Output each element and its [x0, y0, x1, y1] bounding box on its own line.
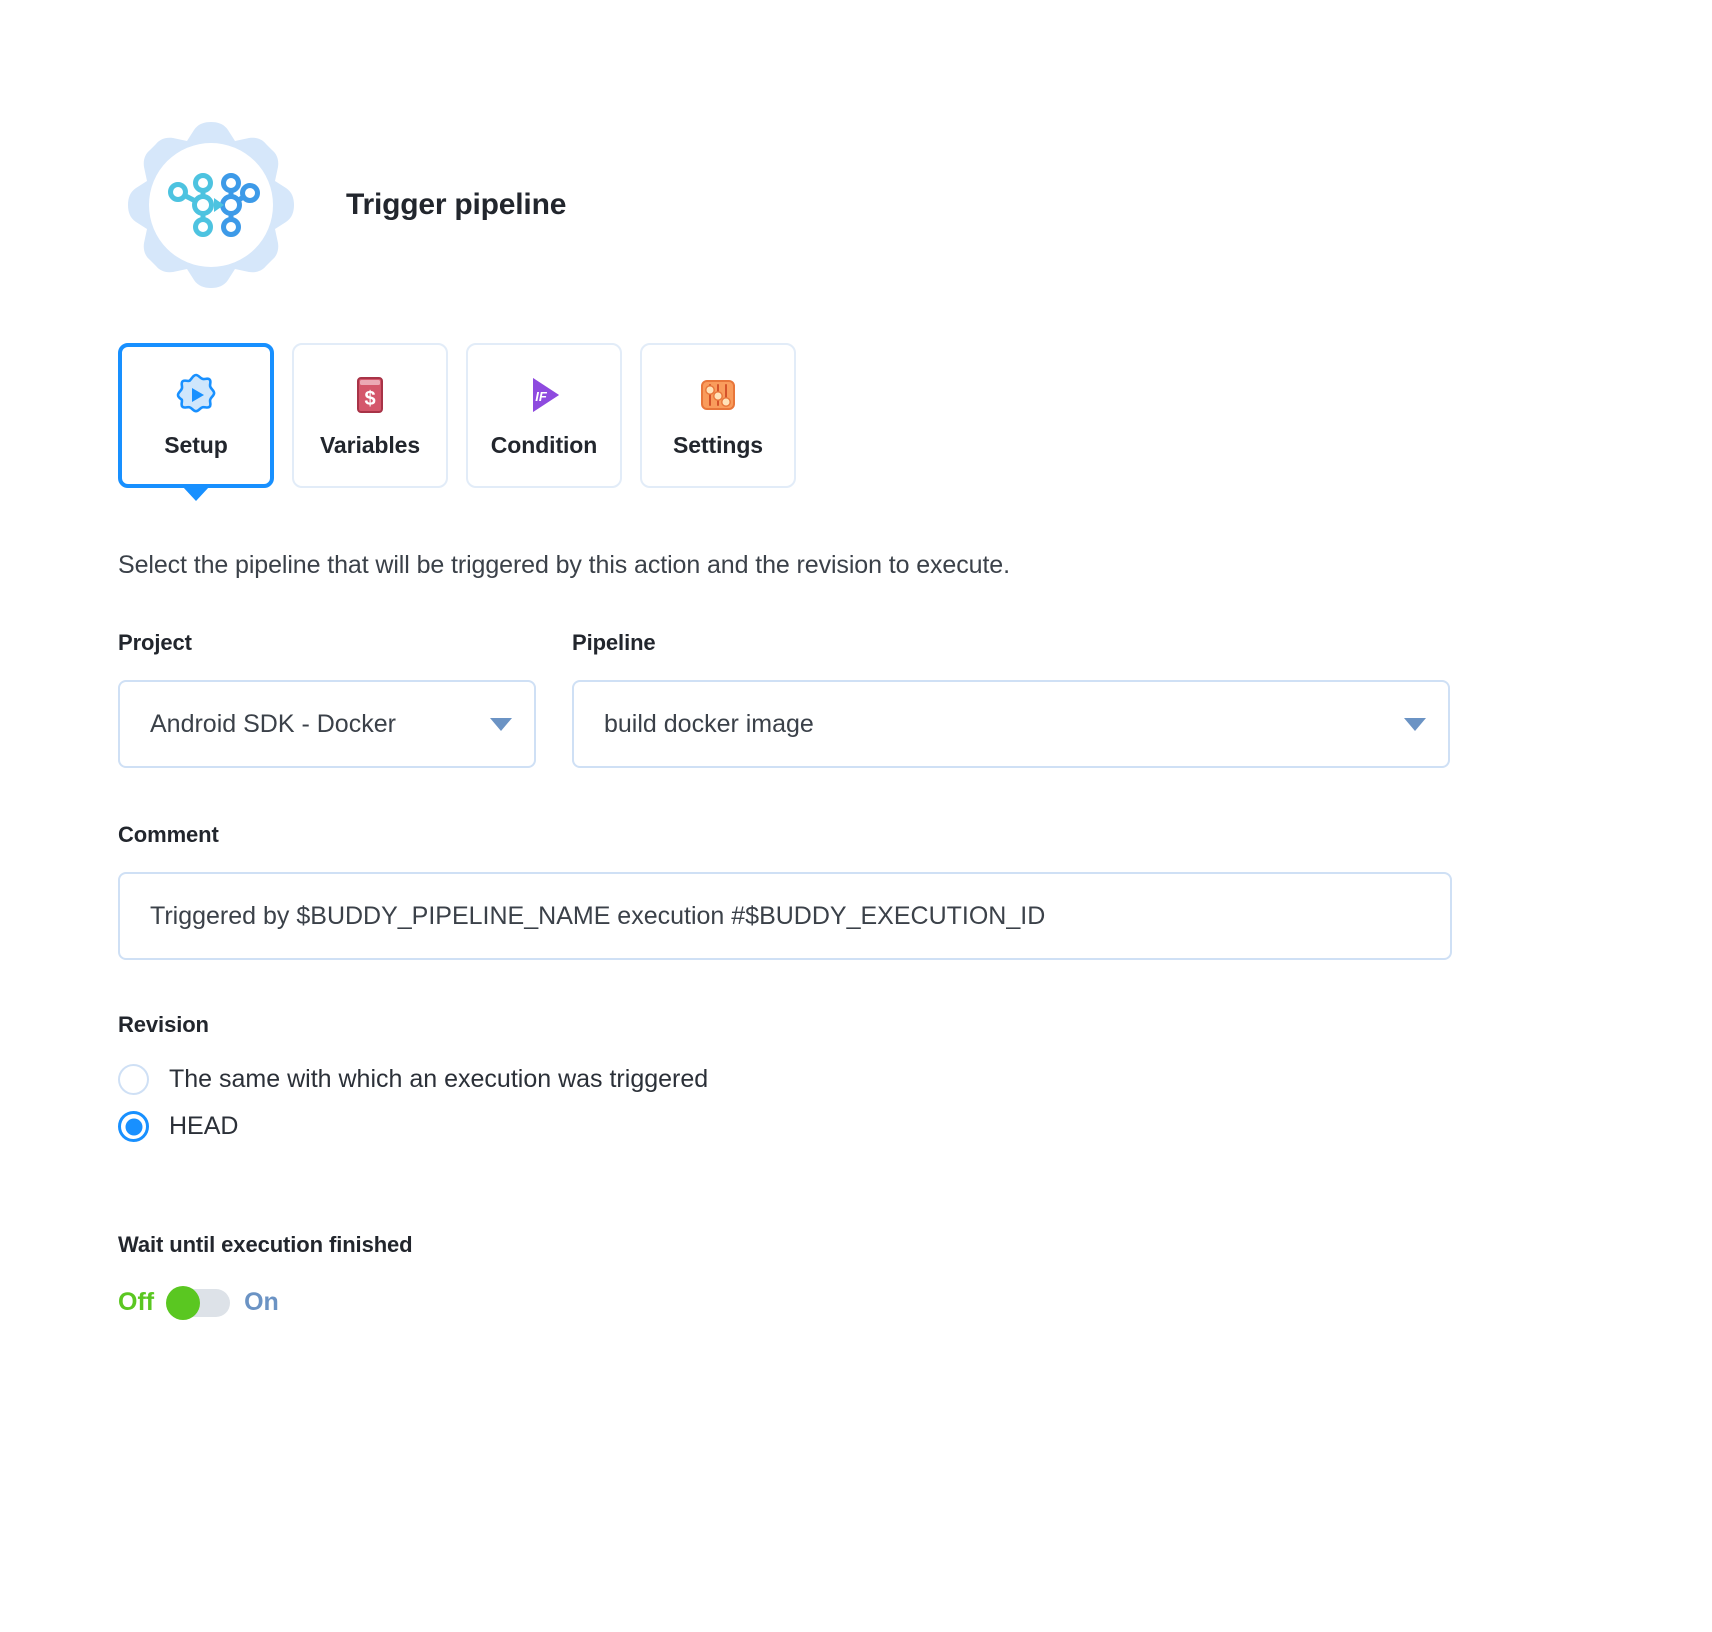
tab-setup[interactable]: Setup [118, 343, 274, 501]
pipeline-select[interactable]: build docker image [572, 680, 1450, 768]
revision-option-same-label: The same with which an execution was tri… [169, 1065, 709, 1093]
tab-bar: Setup $ Variables IF Condition Settings [118, 343, 796, 501]
revision-option-head-label: HEAD [169, 1112, 239, 1140]
comment-label: Comment [118, 822, 219, 847]
tab-settings[interactable]: Settings [640, 343, 796, 488]
active-tab-pointer [183, 487, 209, 501]
trigger-pipeline-gear-icon [118, 112, 304, 298]
chevron-down-icon [490, 717, 512, 731]
radio-checked-icon[interactable] [118, 1111, 149, 1142]
svg-text:$: $ [364, 388, 375, 410]
wait-toggle-row: Off On [118, 1285, 413, 1320]
pipeline-select-value: build docker image [604, 709, 814, 738]
panel-description: Select the pipeline that will be trigger… [118, 551, 1010, 579]
revision-radio-group: The same with which an execution was tri… [118, 1064, 708, 1142]
project-select[interactable]: Android SDK - Docker [118, 680, 536, 768]
toggle-on-label: On [244, 1288, 279, 1316]
pipeline-field-group: Pipeline build docker image [572, 630, 1450, 768]
tab-setup-label: Setup [164, 432, 228, 458]
revision-option-head[interactable]: HEAD [118, 1111, 708, 1142]
revision-field-group: Revision The same with which an executio… [118, 1012, 708, 1142]
svg-text:IF: IF [535, 389, 548, 404]
wait-until-finished-group: Wait until execution finished Off On [118, 1232, 413, 1320]
tab-variables[interactable]: $ Variables [292, 343, 448, 488]
tab-settings-label: Settings [673, 432, 763, 458]
wait-until-finished-label: Wait until execution finished [118, 1232, 413, 1257]
tab-condition-label: Condition [490, 432, 598, 458]
setup-gear-play-icon [173, 372, 219, 418]
comment-input[interactable]: Triggered by $BUDDY_PIPELINE_NAME execut… [118, 872, 1452, 960]
panel-header: Trigger pipeline [118, 112, 566, 298]
project-field-group: Project Android SDK - Docker [118, 630, 536, 768]
tab-variables-label: Variables [319, 432, 421, 458]
wait-until-finished-toggle[interactable] [166, 1285, 231, 1320]
toggle-knob [166, 1285, 201, 1320]
project-select-value: Android SDK - Docker [150, 709, 396, 738]
pipeline-label: Pipeline [572, 630, 656, 655]
revision-label: Revision [118, 1012, 209, 1037]
chevron-down-icon [1404, 717, 1426, 731]
toggle-off-label: Off [118, 1288, 155, 1316]
comment-field-group: Comment Triggered by $BUDDY_PIPELINE_NAM… [118, 822, 1452, 960]
condition-if-play-icon: IF [521, 372, 567, 418]
settings-sliders-icon [695, 372, 741, 418]
project-label: Project [118, 630, 192, 655]
variables-dollar-icon: $ [347, 372, 393, 418]
revision-option-same[interactable]: The same with which an execution was tri… [118, 1064, 708, 1095]
action-settings-panel: Trigger pipeline Setup $ Variables IF Co… [0, 0, 1712, 1632]
radio-unchecked-icon[interactable] [118, 1064, 149, 1095]
page-title: Trigger pipeline [346, 188, 567, 221]
tab-condition[interactable]: IF Condition [466, 343, 622, 488]
